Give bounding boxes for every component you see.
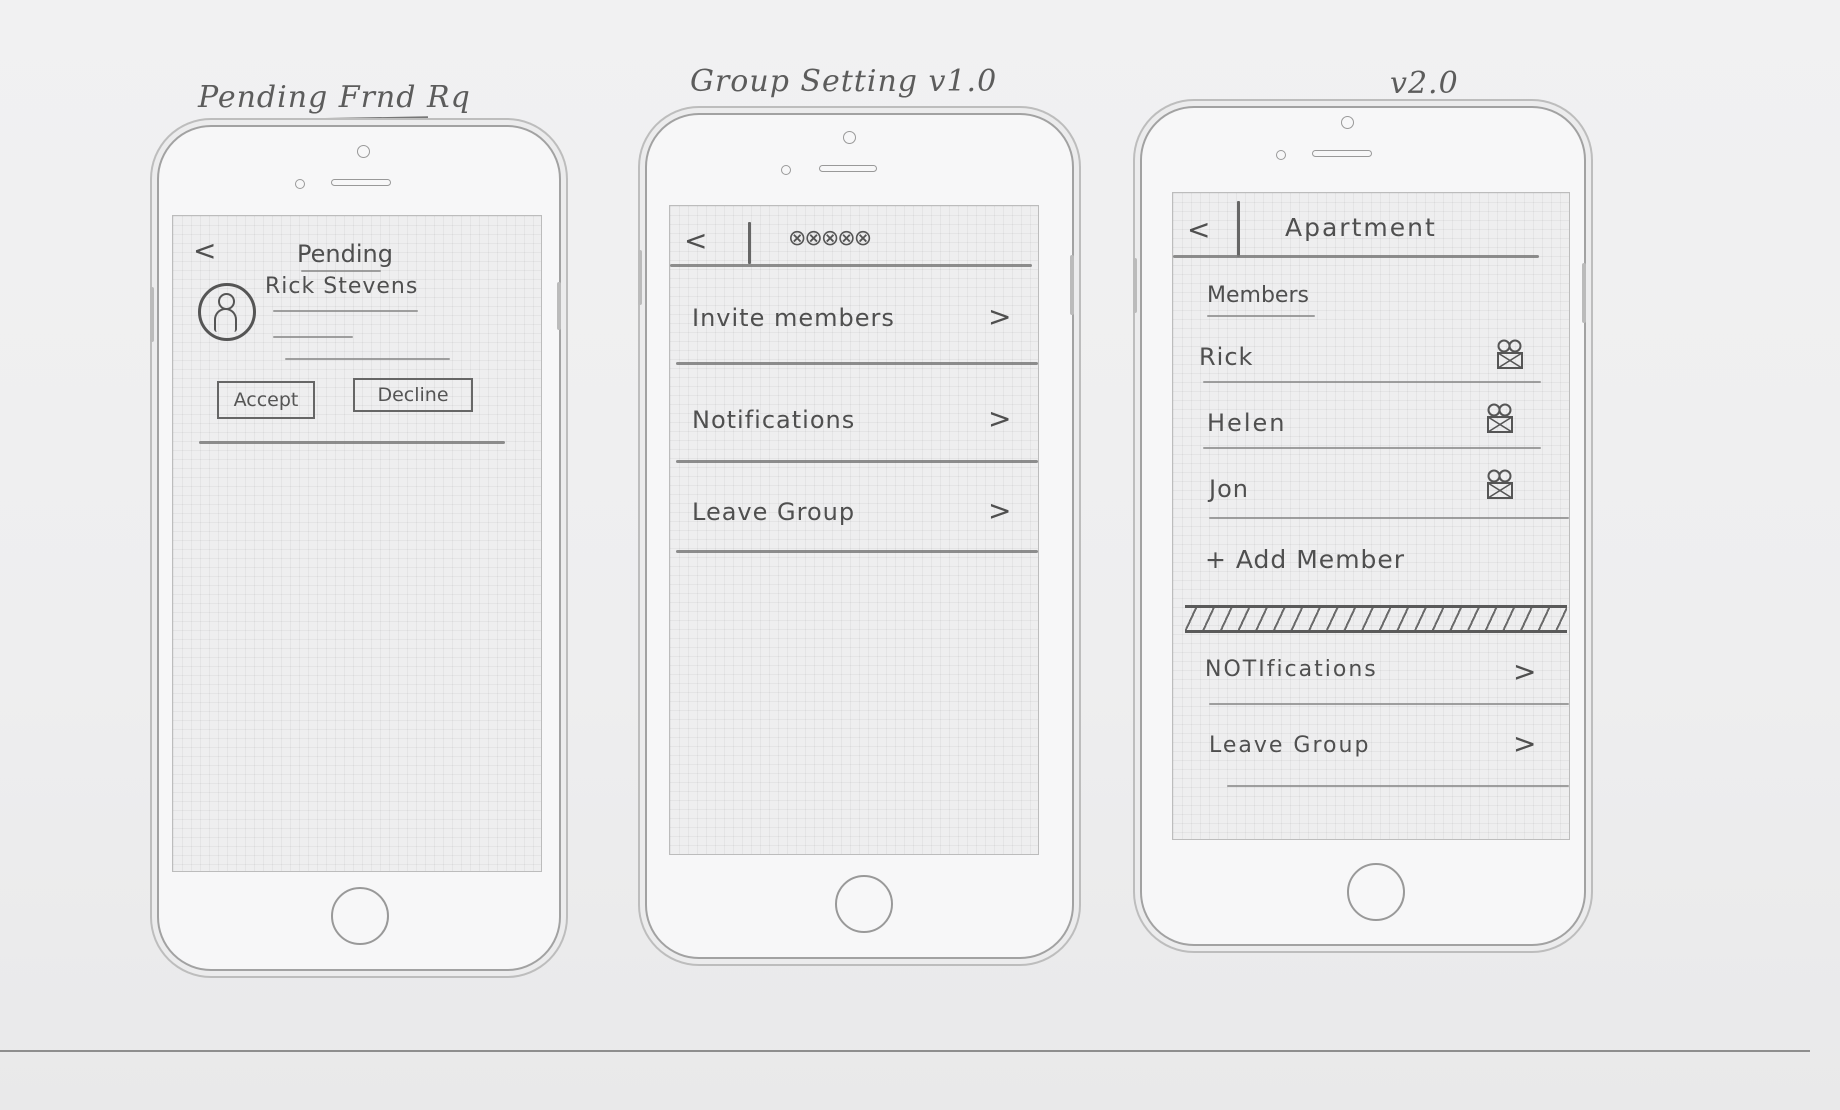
row-divider [1203, 381, 1541, 383]
member-name: Rick [1199, 343, 1254, 371]
member-status-icon [1487, 403, 1513, 433]
home-button[interactable] [835, 875, 893, 933]
side-button [1582, 263, 1586, 323]
header-divider [1237, 201, 1240, 257]
row-label: Leave Group [692, 498, 856, 526]
side-button [1070, 255, 1074, 315]
header-divider [748, 222, 751, 264]
side-button [150, 287, 154, 342]
header-underline [1173, 255, 1539, 258]
speaker-icon [819, 165, 877, 172]
home-button[interactable] [331, 887, 389, 945]
phone-pending: < Pending Rick Stevens Accept Decline [150, 125, 561, 971]
row-divider [1203, 447, 1541, 449]
member-name: Jon [1209, 475, 1249, 503]
row-divider [1227, 785, 1569, 787]
v2-sketch-title: v2.0 [1390, 66, 1459, 101]
row-divider [1209, 517, 1569, 519]
header-underline [670, 264, 1032, 267]
speaker-icon [1312, 150, 1372, 157]
chevron-right-icon: > [988, 300, 1012, 333]
sensor-icon [295, 179, 305, 189]
back-button[interactable]: < [193, 234, 216, 267]
screen-group-settings-v1: < ⊗⊗⊗⊗⊗ Invite members > Notifications >… [669, 205, 1039, 855]
pending-sketch-title: Pending Frnd Rq [198, 80, 471, 115]
add-member-button[interactable]: + Add Member [1205, 545, 1405, 574]
group-name-title: Apartment [1285, 213, 1437, 242]
front-camera-icon [357, 145, 370, 158]
pending-title-underline [227, 116, 429, 122]
row-divider [676, 460, 1038, 463]
placeholder-line [285, 358, 450, 360]
title-underline [301, 270, 381, 272]
group-name-scribble: ⊗⊗⊗⊗⊗ [788, 226, 872, 251]
decline-button[interactable]: Decline [353, 378, 473, 412]
chevron-right-icon: > [988, 494, 1012, 527]
avatar-body [214, 308, 237, 332]
name-underline [273, 310, 418, 312]
side-button [557, 282, 561, 330]
speaker-icon [331, 179, 391, 186]
row-label: Notifications [692, 406, 856, 434]
sensor-icon [781, 165, 791, 175]
front-camera-icon [1341, 116, 1354, 129]
chevron-right-icon: > [988, 402, 1012, 435]
section-separator [1185, 605, 1567, 633]
screen-pending: < Pending Rick Stevens Accept Decline [172, 215, 542, 872]
chevron-right-icon: > [1513, 655, 1537, 688]
row-divider [1209, 703, 1569, 705]
placeholder-line [273, 336, 353, 338]
group-settings-sketch-title: Group Setting v1.0 [690, 64, 998, 99]
member-status-icon [1487, 469, 1513, 499]
member-status-icon [1497, 339, 1523, 369]
members-header: Members [1207, 283, 1309, 308]
screen-group-settings-v2: < Apartment Members Rick Helen Jon + Add… [1172, 192, 1570, 840]
accept-button[interactable]: Accept [217, 381, 315, 419]
side-button [638, 250, 642, 305]
phone-group-settings-v2: < Apartment Members Rick Helen Jon + Add… [1133, 106, 1586, 946]
sheet-bottom-line [0, 1050, 1810, 1052]
row-label: Leave Group [1209, 733, 1371, 758]
request-divider [199, 441, 505, 444]
sensor-icon [1276, 150, 1286, 160]
back-button[interactable]: < [684, 224, 707, 257]
chevron-right-icon: > [1513, 727, 1537, 760]
row-label: Invite members [692, 304, 895, 332]
member-name: Helen [1207, 409, 1287, 437]
phone-group-settings-v1: < ⊗⊗⊗⊗⊗ Invite members > Notifications >… [638, 113, 1074, 959]
row-divider [676, 362, 1038, 365]
home-button[interactable] [1347, 863, 1405, 921]
front-camera-icon [843, 131, 856, 144]
members-header-underline [1207, 315, 1315, 317]
back-button[interactable]: < [1187, 213, 1210, 246]
side-button [1133, 258, 1137, 313]
requester-name: Rick Stevens [265, 274, 419, 299]
user-avatar-icon [198, 283, 256, 341]
row-divider [676, 550, 1038, 553]
screen-title: Pending [297, 240, 393, 268]
row-label: NOTIfications [1205, 657, 1378, 682]
